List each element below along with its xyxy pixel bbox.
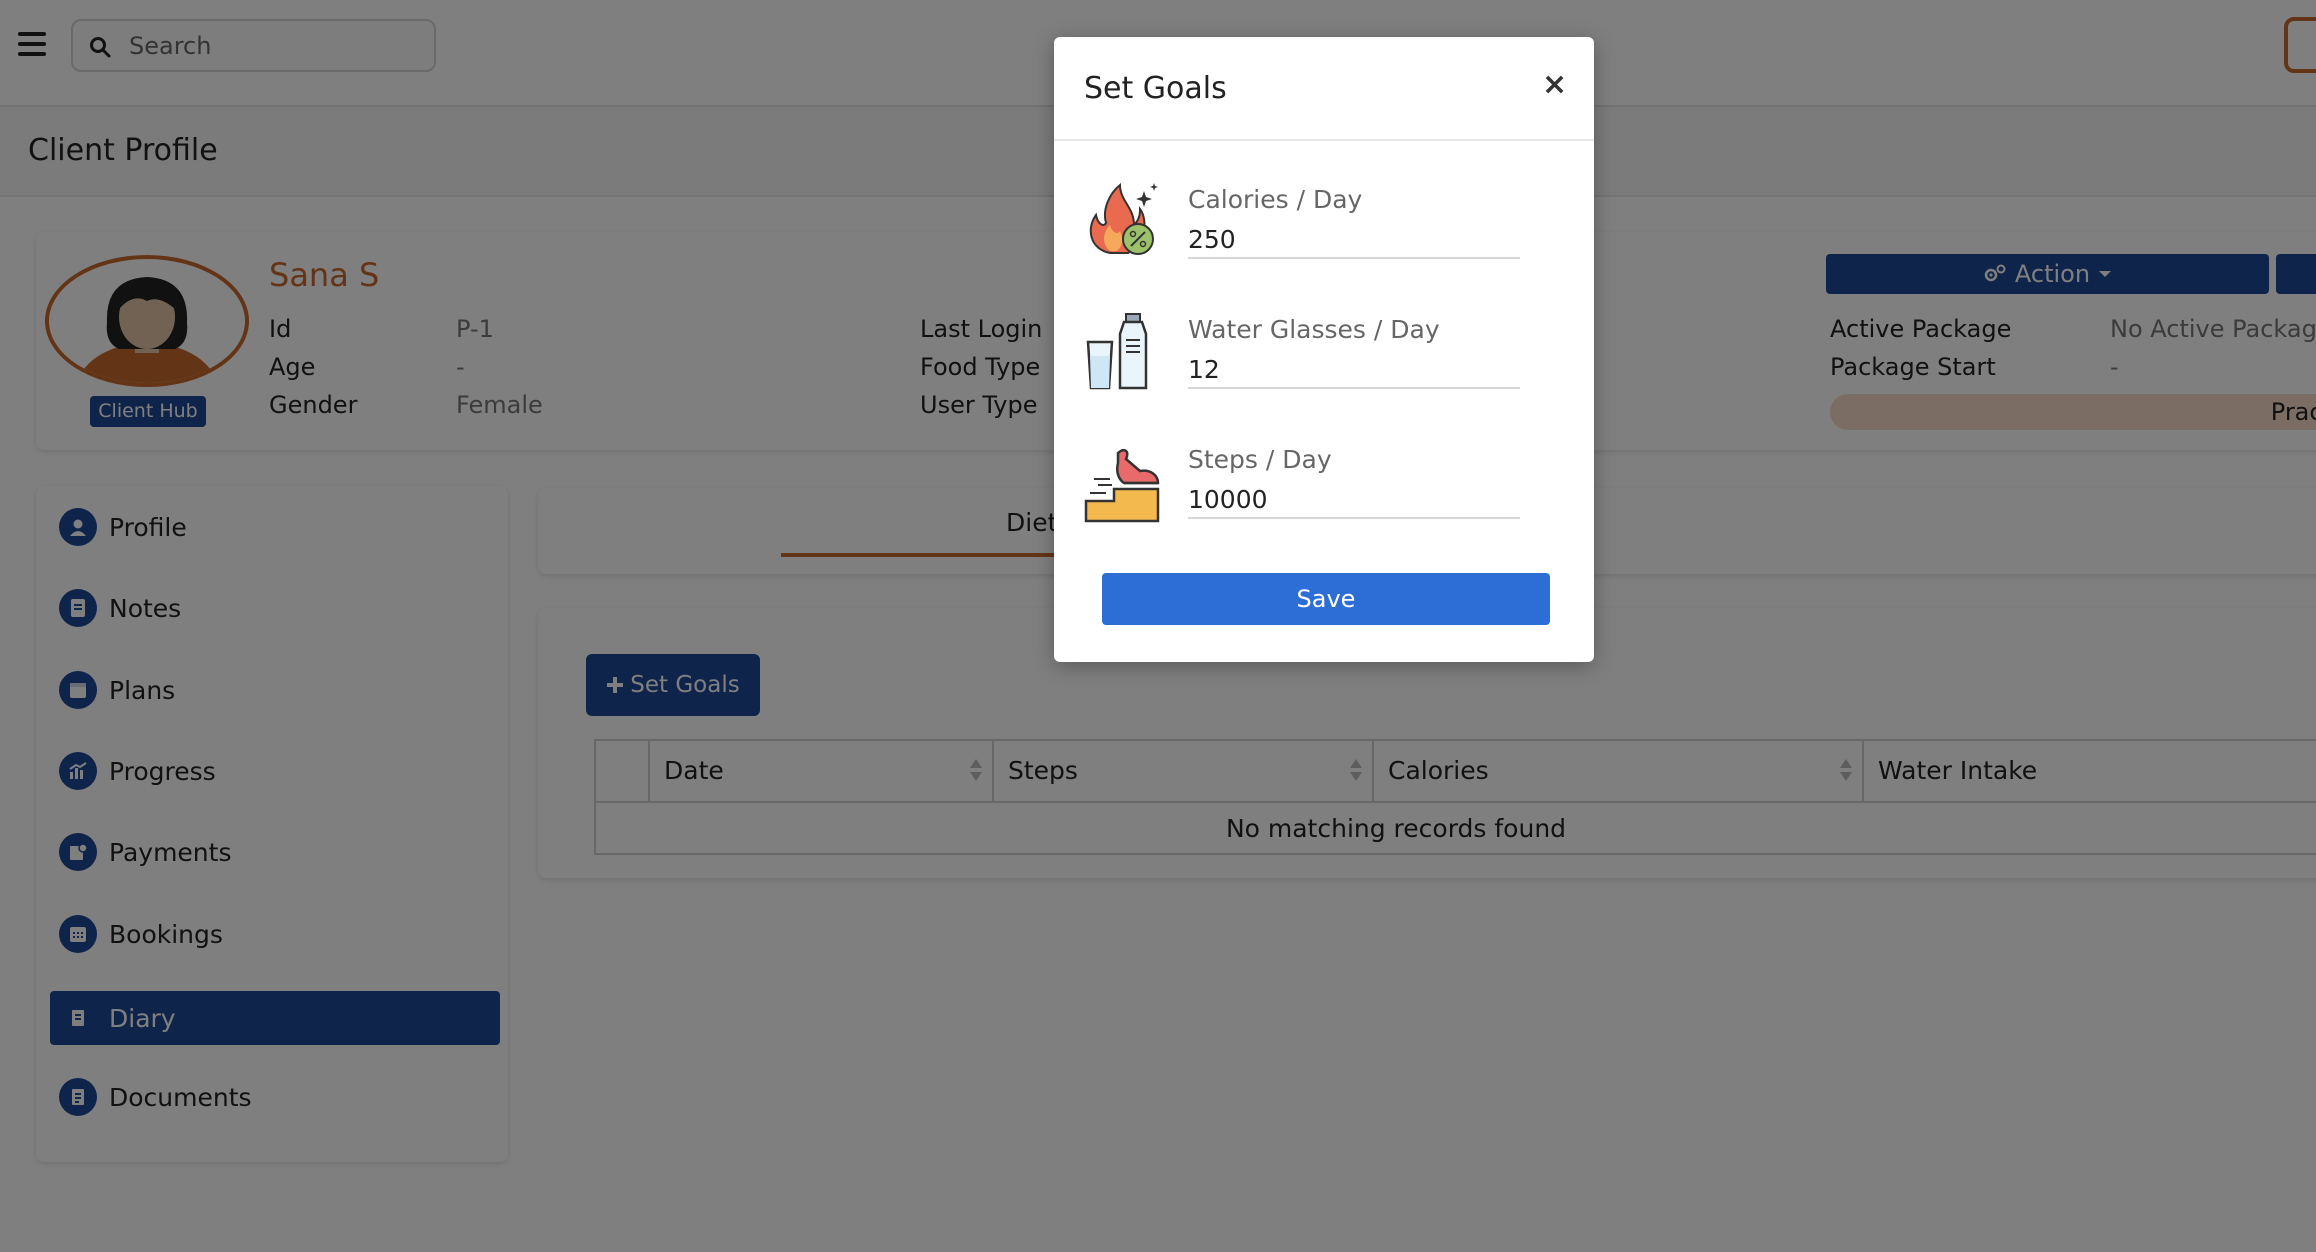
set-goals-modal: Set Goals × Calories / Day Water Glasses…: [1054, 37, 1594, 662]
steps-label: Steps / Day: [1188, 445, 1332, 474]
water-icon: [1086, 313, 1148, 390]
water-label: Water Glasses / Day: [1188, 315, 1440, 344]
steps-input[interactable]: [1188, 481, 1520, 519]
modal-header: Set Goals ×: [1054, 37, 1594, 141]
close-icon[interactable]: ×: [1542, 67, 1567, 102]
calories-input[interactable]: [1188, 221, 1520, 259]
save-button[interactable]: Save: [1102, 573, 1550, 625]
calories-icon: [1089, 182, 1158, 255]
water-input[interactable]: [1188, 351, 1520, 389]
steps-icon: [1084, 448, 1160, 523]
modal-title: Set Goals: [1084, 71, 1227, 106]
calories-label: Calories / Day: [1188, 185, 1363, 214]
